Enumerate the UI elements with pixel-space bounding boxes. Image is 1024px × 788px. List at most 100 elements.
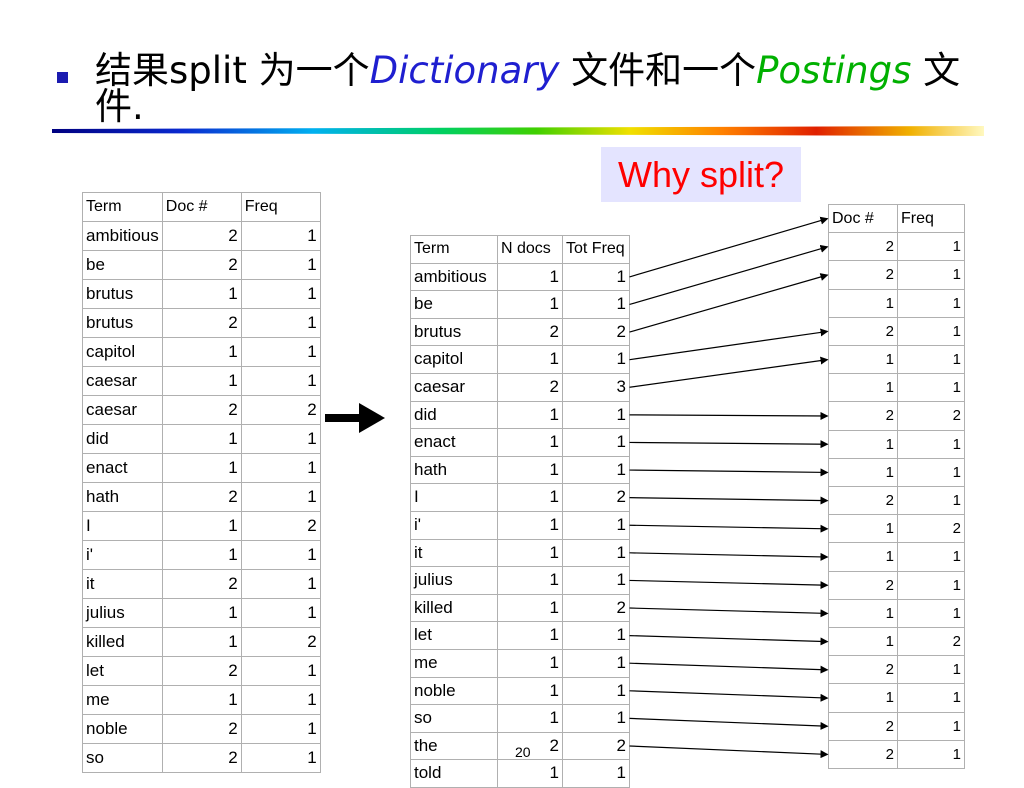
dict-row: be 1 1 xyxy=(410,290,630,319)
left-row: brutus 2 1 xyxy=(82,308,321,338)
dict-cell: 1 xyxy=(497,593,563,623)
left-header-row: Term Doc # Freq xyxy=(82,192,321,222)
dict-row: me 1 1 xyxy=(410,648,630,678)
dict-row: I12 xyxy=(410,483,630,512)
dict-cell: 1 xyxy=(562,290,630,319)
dict-cell: capitol xyxy=(410,345,498,374)
postings-cell: 1 xyxy=(828,542,898,572)
pointer-arrow xyxy=(629,328,829,361)
left-cell: 2 xyxy=(240,395,321,425)
left-cell: 2 xyxy=(240,511,321,541)
left-cell: 1 xyxy=(161,279,242,309)
left-cell: 1 xyxy=(240,569,321,599)
left-cell: 1 xyxy=(161,424,242,454)
dict-cell: 1 xyxy=(497,648,563,678)
dict-cell: 1 xyxy=(562,510,630,540)
postings-cell: 1 xyxy=(897,598,965,629)
left-cell: 2 xyxy=(161,656,242,686)
left-cell: 1 xyxy=(240,366,321,396)
postings-header-cell: Doc # xyxy=(828,203,898,234)
dict-cell: 2 xyxy=(497,317,563,347)
left-cell: ambitious xyxy=(82,221,163,251)
left-cell: 1 xyxy=(240,743,321,773)
postings-row: 21 xyxy=(828,739,965,770)
left-cell: killed xyxy=(82,627,163,657)
dict-cell: me xyxy=(410,648,498,678)
dict-cell: let xyxy=(410,621,498,650)
pointer-arrow xyxy=(629,607,829,618)
postings-cell: 1 xyxy=(897,570,965,600)
dict-cell: 1 xyxy=(562,345,630,374)
left-cell: 2 xyxy=(240,627,321,657)
left-cell: enact xyxy=(82,453,163,483)
dict-cell: 1 xyxy=(497,566,563,595)
left-cell: 1 xyxy=(240,308,321,338)
left-row: did 1 1 xyxy=(82,424,321,454)
dict-row: killed 1 2 xyxy=(410,593,630,623)
dict-row: let 1 1 xyxy=(410,621,630,650)
title-middle: 文件和一个 xyxy=(559,49,757,92)
dict-row: i' 1 1 xyxy=(410,510,630,540)
left-row: me 1 1 xyxy=(82,685,321,715)
left-cell: i' xyxy=(82,540,163,570)
left-header-cell: Freq xyxy=(240,192,321,222)
left-cell: brutus xyxy=(82,279,163,309)
title-postings-word: Postings xyxy=(756,49,912,92)
postings-table: Doc # Freq 2 1 2 1 1 1 2 1 1 1 1 1 2 2 1 1 1 1 2 1 1 2 1 1 2 1 1 1 1 2 2… xyxy=(828,203,965,770)
left-cell: did xyxy=(82,424,163,454)
left-cell: caesar xyxy=(82,395,163,425)
dict-cell: 1 xyxy=(562,676,630,706)
dict-row: capitol 1 1 xyxy=(410,345,630,374)
dict-cell: 1 xyxy=(562,704,630,733)
left-cell: 2 xyxy=(161,743,242,773)
left-cell: julius xyxy=(82,598,163,628)
dict-cell: 1 xyxy=(562,262,630,292)
dict-row: ambitious 1 1 xyxy=(410,262,630,292)
postings-row: 11 xyxy=(828,345,965,375)
pointer-arrow xyxy=(629,411,829,420)
postings-row: 11 xyxy=(828,288,965,318)
dict-row: hath 1 1 xyxy=(410,455,630,485)
postings-cell: 1 xyxy=(828,683,898,713)
postings-cell: 2 xyxy=(828,570,898,600)
left-cell: caesar xyxy=(82,366,163,396)
dict-cell: 1 xyxy=(497,428,563,457)
left-row: killed 1 2 xyxy=(82,627,321,657)
postings-row: 11 xyxy=(828,457,965,488)
dict-cell: 2 xyxy=(562,483,630,512)
postings-row: 12 xyxy=(828,514,965,544)
dict-cell: enact xyxy=(410,428,498,457)
dict-row: so 1 1 xyxy=(410,704,630,733)
pointer-arrow xyxy=(629,579,829,590)
postings-cell: 2 xyxy=(897,401,965,431)
dict-cell: 2 xyxy=(562,317,630,347)
postings-cell: 2 xyxy=(828,486,898,516)
dict-cell: so xyxy=(410,704,498,733)
pointer-arrow xyxy=(629,635,829,646)
dict-cell: 1 xyxy=(562,538,630,568)
dict-cell: 1 xyxy=(497,262,563,292)
why-split-callout: Why split? xyxy=(601,147,801,202)
postings-cell: 1 xyxy=(897,486,965,516)
slide-title-area: 结果split 为一个Dictionary 文件和一个Postings 文件. xyxy=(0,0,1024,150)
postings-cell: 2 xyxy=(828,260,898,290)
dict-cell: 2 xyxy=(562,593,630,623)
left-cell: 2 xyxy=(161,308,242,338)
left-cell: 1 xyxy=(240,714,321,744)
postings-cell: 1 xyxy=(897,711,965,741)
postings-row: 12 xyxy=(828,627,965,657)
left-cell: 1 xyxy=(240,656,321,686)
pointer-arrow xyxy=(629,552,829,561)
dict-cell: 1 xyxy=(497,704,563,733)
left-cell: 1 xyxy=(161,627,242,657)
postings-cell: 1 xyxy=(897,232,965,262)
left-cell: capitol xyxy=(82,337,163,367)
postings-cell: 1 xyxy=(828,627,898,657)
dict-cell: 1 xyxy=(562,621,630,650)
left-row: I12 xyxy=(82,511,321,541)
dict-cell: 1 xyxy=(562,428,630,457)
left-cell: 1 xyxy=(161,337,242,367)
dict-header-cell: N docs xyxy=(497,235,563,264)
postings-cell: 1 xyxy=(897,683,965,713)
left-row: caesar 1 1 xyxy=(82,366,321,396)
